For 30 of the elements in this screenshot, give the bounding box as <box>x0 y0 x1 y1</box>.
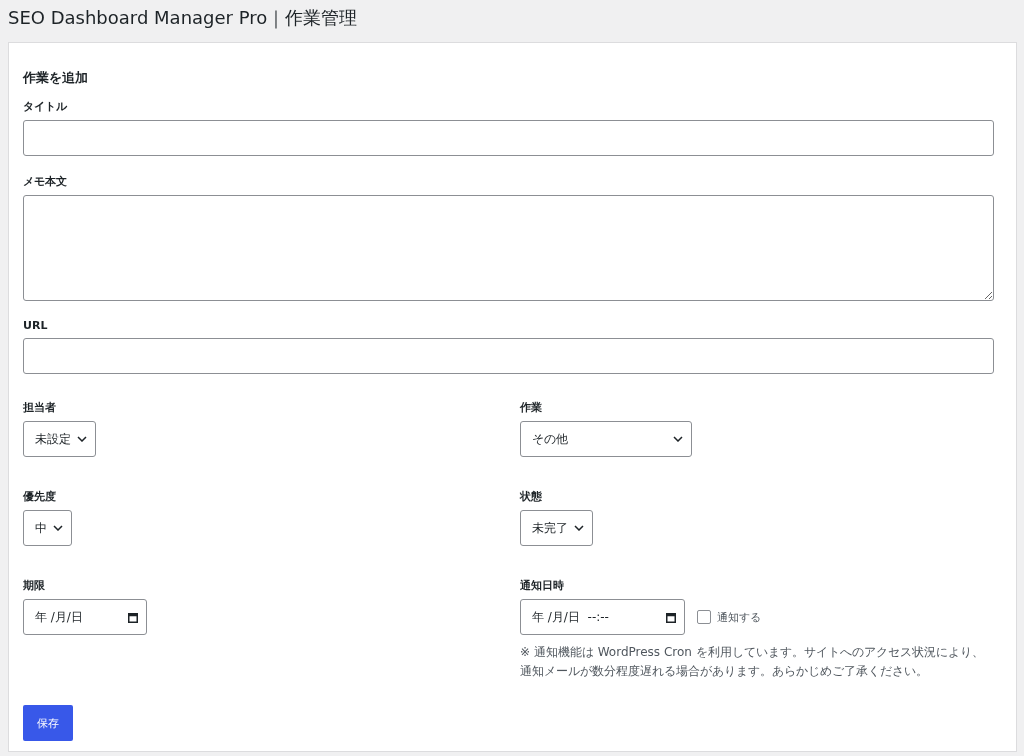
field-label: 期限 <box>23 578 46 593</box>
checkbox[interactable] <box>697 610 711 624</box>
select-dropdown[interactable]: その他 <box>520 421 692 457</box>
field-label: メモ本文 <box>23 174 68 189</box>
field-label: 状態 <box>520 489 543 504</box>
checkbox-label: 通知する <box>717 609 761 625</box>
page-title: SEO Dashboard Manager Pro｜作業管理 <box>8 6 359 30</box>
date-input[interactable]: 年 /月/日 <box>23 599 147 635</box>
select-dropdown[interactable]: 中 <box>23 510 72 546</box>
field-label: 優先度 <box>23 489 57 504</box>
calendar-icon <box>128 611 138 623</box>
select-dropdown[interactable]: 未完了 <box>520 510 593 546</box>
notice-text: ※ 通知機能は WordPress Cron を利用しています。サイトへのアクセス状況により、通知メールが数分程度遅れる場合があります。あらかじめご了承ください。 <box>520 644 985 680</box>
chevron-down-icon <box>53 525 63 531</box>
calendar-icon <box>666 611 676 623</box>
field-label: 通知日時 <box>520 578 565 593</box>
field-label: タイトル <box>23 99 68 114</box>
text-input[interactable] <box>23 338 994 374</box>
memo-textarea[interactable] <box>23 195 994 301</box>
field-label: 担当者 <box>23 400 57 415</box>
select-dropdown[interactable]: 未設定 <box>23 421 96 457</box>
datetime-input[interactable]: 年 /月/日 --:-- <box>520 599 685 635</box>
field-label: URL <box>23 319 49 332</box>
field-label: 作業 <box>520 400 543 415</box>
chevron-down-icon <box>574 525 584 531</box>
chevron-down-icon <box>673 436 683 442</box>
save-button[interactable]: 保存 <box>23 705 73 741</box>
chevron-down-icon <box>77 436 87 442</box>
text-input[interactable] <box>23 120 994 156</box>
section-heading: 作業を追加 <box>23 69 89 87</box>
